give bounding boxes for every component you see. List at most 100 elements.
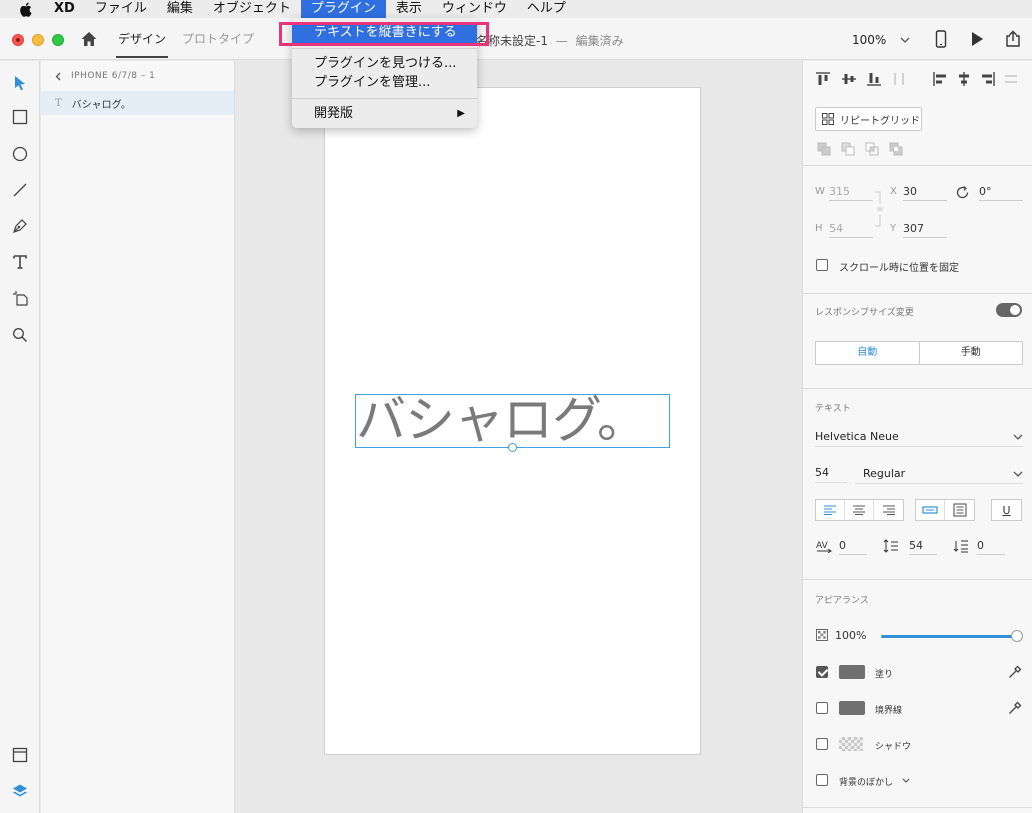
character-spacing-icon: AV — [816, 541, 832, 553]
selected-text-object[interactable]: バシャログ。 — [355, 393, 670, 452]
menu-file[interactable]: ファイル — [85, 0, 157, 18]
ellipse-tool-icon[interactable] — [10, 144, 30, 164]
menu-item-find-plugins[interactable]: プラグインを見つける... — [292, 54, 477, 74]
chevron-down-icon[interactable] — [902, 778, 910, 783]
y-field[interactable]: 307 — [903, 220, 947, 238]
fixed-size-icon[interactable] — [945, 500, 974, 520]
distribute-horizontal-icon[interactable] — [1001, 69, 1021, 89]
apple-icon[interactable] — [16, 0, 34, 18]
fix-position-checkbox[interactable] — [816, 259, 828, 271]
rotation-field[interactable]: 0° — [979, 183, 1023, 201]
text-align-group — [815, 499, 904, 521]
line-tool-icon[interactable] — [10, 180, 30, 200]
eyedropper-icon[interactable] — [1008, 665, 1022, 679]
responsive-title: レスポンシブサイズ変更 — [815, 308, 914, 318]
zoom-tool-icon[interactable] — [10, 325, 30, 345]
menu-window[interactable]: ウィンドウ — [432, 0, 517, 18]
auto-width-icon[interactable] — [916, 500, 945, 520]
rectangle-tool-icon[interactable] — [10, 107, 30, 127]
tab-design[interactable]: デザイン — [116, 30, 169, 58]
distribute-vertical-icon[interactable] — [889, 69, 909, 89]
text-align-left-icon[interactable] — [816, 500, 845, 520]
transform-section: W 315 X 30 0° H 54 Y 307 スクロール時に位置を固定 — [803, 166, 1032, 294]
align-left-icon[interactable] — [930, 69, 950, 89]
resize-handle[interactable] — [508, 443, 517, 452]
font-weight-select[interactable]: Regular — [855, 464, 1023, 484]
assets-panel-icon[interactable] — [10, 745, 30, 765]
height-field[interactable]: 54 — [829, 220, 873, 238]
x-field[interactable]: 30 — [903, 183, 947, 201]
eyedropper-icon[interactable] — [1008, 701, 1022, 715]
design-canvas[interactable]: バシャログ。 — [236, 61, 802, 813]
appearance-title: アピアランス — [815, 596, 869, 606]
layers-panel-icon[interactable] — [10, 781, 30, 801]
menu-help[interactable]: ヘルプ — [517, 0, 576, 18]
menu-app-xd[interactable]: XD — [48, 0, 85, 18]
menu-edit[interactable]: 編集 — [157, 0, 203, 18]
align-top-icon[interactable] — [813, 69, 833, 89]
pen-tool-icon[interactable] — [10, 216, 30, 236]
align-center-icon[interactable] — [954, 69, 974, 89]
border-checkbox[interactable] — [816, 702, 828, 714]
minimize-window-button[interactable] — [32, 34, 44, 46]
zoom-select[interactable]: 100% — [846, 29, 916, 51]
align-middle-icon[interactable] — [839, 69, 859, 89]
align-right-icon[interactable] — [978, 69, 998, 89]
text-section-title: テキスト — [815, 404, 851, 414]
layer-item[interactable]: T バシャログ。 — [41, 91, 234, 115]
responsive-toggle[interactable] — [996, 303, 1022, 317]
background-blur-checkbox[interactable] — [816, 774, 828, 786]
artboard-tool-icon[interactable] — [10, 288, 30, 308]
close-window-button[interactable] — [12, 34, 24, 46]
opacity-field[interactable]: 100% — [835, 627, 871, 645]
align-section: リピートグリッド — [803, 61, 1032, 166]
play-icon[interactable] — [968, 30, 986, 48]
text-align-right-icon[interactable] — [874, 500, 903, 520]
repeat-grid-button[interactable]: リピートグリッド — [815, 107, 922, 131]
font-family-select[interactable]: Helvetica Neue — [815, 427, 1023, 447]
select-tool-icon[interactable] — [10, 73, 30, 93]
menu-divider — [292, 98, 477, 99]
zoom-value: 100% — [852, 33, 887, 47]
device-preview-icon[interactable] — [932, 30, 950, 48]
font-weight-value: Regular — [863, 467, 906, 480]
menu-plugins[interactable]: プラグイン — [300, 0, 386, 18]
share-icon[interactable] — [1004, 30, 1022, 48]
manual-button[interactable]: 手動 — [920, 342, 1023, 364]
opacity-slider-thumb[interactable] — [1011, 630, 1023, 642]
boolean-intersect-icon[interactable] — [864, 141, 880, 157]
x-label: X — [890, 186, 897, 197]
opacity-slider-track[interactable] — [881, 635, 1017, 638]
font-size-field[interactable]: 54 — [815, 463, 847, 483]
tab-prototype[interactable]: プロトタイプ — [182, 30, 254, 58]
width-field[interactable]: 315 — [829, 183, 873, 201]
boolean-exclude-icon[interactable] — [888, 141, 904, 157]
boolean-subtract-icon[interactable] — [840, 141, 856, 157]
text-tool-icon[interactable] — [10, 252, 30, 272]
paragraph-spacing-icon — [953, 540, 968, 553]
document-status: 編集済み — [575, 34, 624, 48]
lock-aspect-icon[interactable] — [873, 188, 887, 230]
line-spacing-field[interactable]: 54 — [909, 537, 937, 555]
artboard-breadcrumb[interactable]: IPHONE 6/7/8 – 1 — [55, 71, 155, 81]
fill-color-swatch[interactable] — [839, 665, 865, 679]
menu-object[interactable]: オブジェクト — [203, 0, 301, 18]
menu-item-development[interactable]: 開発版 ▶ — [292, 104, 477, 124]
width-label: W — [815, 186, 825, 197]
align-bottom-icon[interactable] — [864, 69, 884, 89]
zoom-window-button[interactable] — [52, 34, 64, 46]
shadow-color-swatch[interactable] — [839, 737, 863, 751]
home-icon[interactable] — [80, 30, 98, 48]
underline-button[interactable]: U — [991, 499, 1022, 521]
boolean-add-icon[interactable] — [816, 141, 832, 157]
paragraph-spacing-field[interactable]: 0 — [977, 537, 1005, 555]
shadow-checkbox[interactable] — [816, 738, 828, 750]
fill-checkbox[interactable] — [816, 666, 828, 678]
border-color-swatch[interactable] — [839, 701, 865, 715]
menu-item-manage-plugins[interactable]: プラグインを管理... — [292, 73, 477, 93]
character-spacing-field[interactable]: 0 — [839, 537, 867, 555]
text-align-center-icon[interactable] — [845, 500, 874, 520]
menu-view[interactable]: 表示 — [386, 0, 432, 18]
auto-button[interactable]: 自動 — [816, 342, 920, 364]
section-divider — [803, 579, 1032, 580]
